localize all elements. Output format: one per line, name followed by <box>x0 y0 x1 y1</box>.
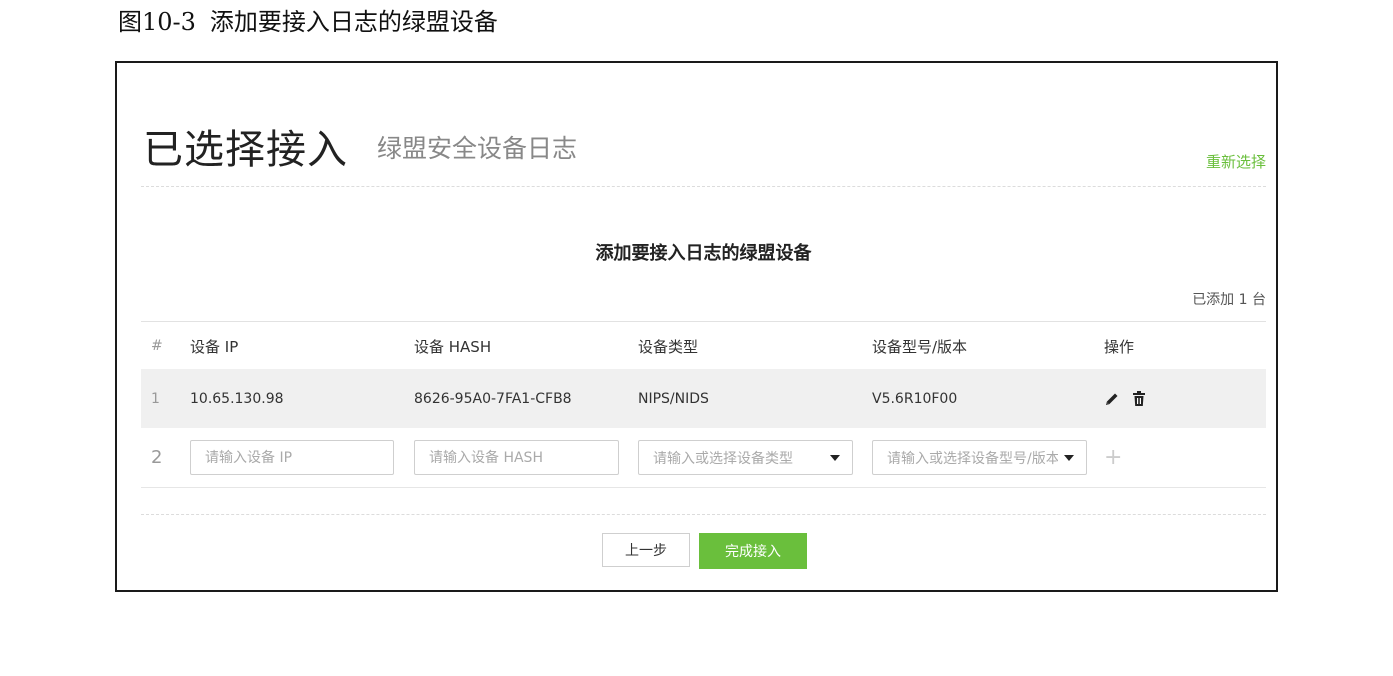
header-divider <box>141 186 1266 187</box>
column-header-ip: 设备 IP <box>190 337 239 356</box>
column-header-type: 设备类型 <box>638 337 699 356</box>
device-hash-input[interactable] <box>414 440 619 475</box>
panel-content: 已选择接入 绿盟安全设备日志 重新选择 添加要接入日志的绿盟设备 已添加 1 台… <box>141 63 1266 590</box>
column-header-index: # <box>151 338 163 354</box>
back-button[interactable]: 上一步 <box>602 533 690 567</box>
footer-divider <box>141 514 1266 515</box>
column-header-actions: 操作 <box>1104 337 1135 356</box>
row-actions <box>1104 369 1146 428</box>
new-device-row: 2 请输入或选择设备类型 请输入或选择设备型号/版本 <box>141 428 1266 488</box>
type-cell: 请输入或选择设备类型 <box>638 428 853 487</box>
trash-icon[interactable] <box>1132 390 1146 407</box>
caret-down-icon <box>1064 454 1074 461</box>
plus-icon[interactable]: + <box>1104 445 1122 470</box>
device-onboarding-panel: 已选择接入 绿盟安全设备日志 重新选择 添加要接入日志的绿盟设备 已添加 1 台… <box>115 61 1278 592</box>
device-type: NIPS/NIDS <box>638 390 709 407</box>
figure-number: 图10-3 <box>118 8 196 36</box>
row-index: 2 <box>151 447 163 468</box>
pencil-icon[interactable] <box>1104 391 1120 407</box>
added-count: 已添加 1 台 <box>1192 292 1266 308</box>
device-ip-input[interactable] <box>190 440 394 475</box>
device-model-select[interactable]: 请输入或选择设备型号/版本 <box>872 440 1087 475</box>
row-index: 1 <box>151 390 160 407</box>
add-cell: + <box>1104 428 1122 487</box>
figure-caption-text: 添加要接入日志的绿盟设备 <box>209 8 498 36</box>
ip-cell <box>190 428 394 487</box>
model-cell: 请输入或选择设备型号/版本 <box>872 428 1087 487</box>
device-ip: 10.65.130.98 <box>190 390 284 407</box>
device-type-placeholder: 请输入或选择设备类型 <box>653 450 793 467</box>
hash-cell <box>414 428 619 487</box>
page-subtitle: 绿盟安全设备日志 <box>377 134 578 163</box>
caret-down-icon <box>830 454 840 461</box>
device-model: V5.6R10F00 <box>872 390 958 407</box>
column-header-hash: 设备 HASH <box>414 337 492 356</box>
reselect-link[interactable]: 重新选择 <box>1206 151 1266 172</box>
column-header-model: 设备型号/版本 <box>872 337 968 356</box>
device-type-select[interactable]: 请输入或选择设备类型 <box>638 440 853 475</box>
section-title: 添加要接入日志的绿盟设备 <box>595 243 812 264</box>
page-title: 已选择接入 <box>143 127 348 173</box>
device-hash: 8626-95A0-7FA1-CFB8 <box>414 390 572 407</box>
finish-button[interactable]: 完成接入 <box>699 533 807 569</box>
device-model-placeholder: 请输入或选择设备型号/版本 <box>887 450 1058 467</box>
table-row: 1 10.65.130.98 8626-95A0-7FA1-CFB8 NIPS/… <box>141 369 1266 428</box>
table-header-row: # 设备 IP 设备 HASH 设备类型 设备型号/版本 操作 <box>141 321 1266 370</box>
figure-caption: 图10-3 添加要接入日志的绿盟设备 <box>118 2 498 37</box>
